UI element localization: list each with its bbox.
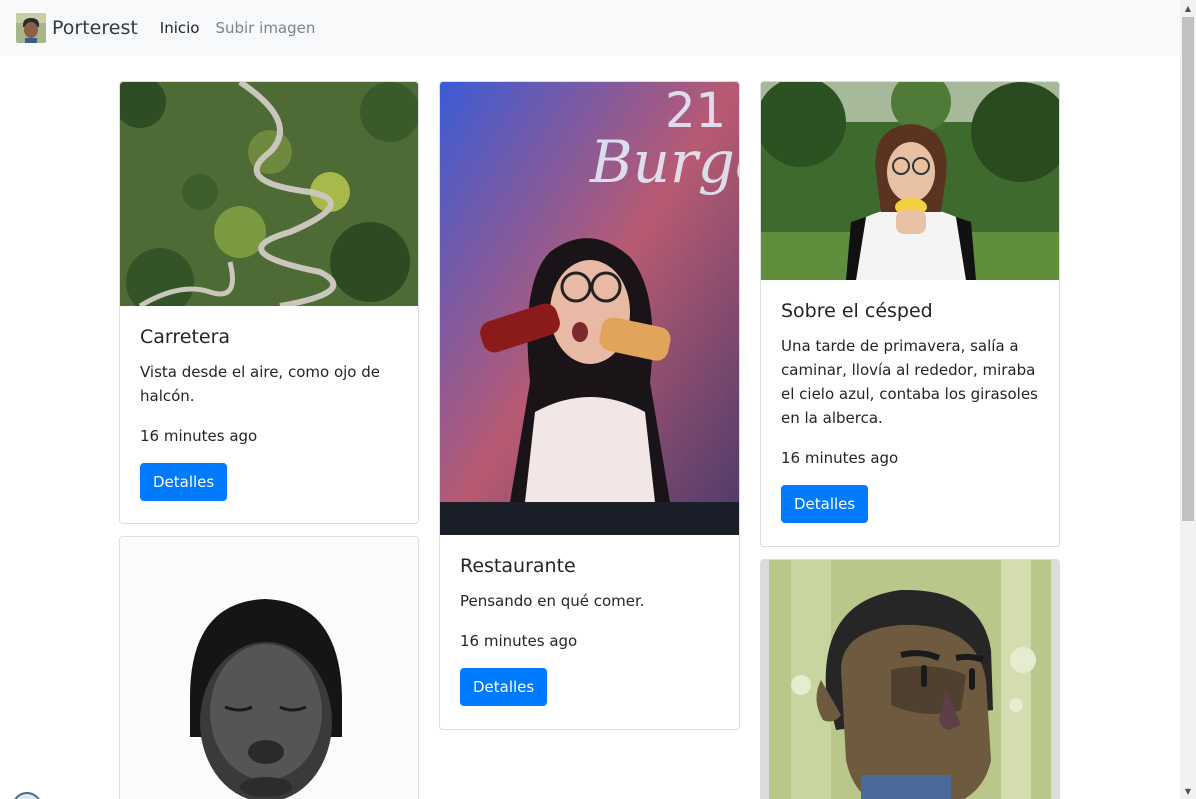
card-title: Carretera: [140, 326, 231, 348]
bw-portrait-image: [120, 537, 418, 799]
card-timestamp: 16 minutes ago: [140, 427, 258, 445]
avatar: [16, 13, 46, 43]
details-button[interactable]: Detalles: [460, 668, 548, 706]
scroll-up-icon[interactable]: ▲: [1180, 0, 1196, 16]
brand-link[interactable]: Porterest: [16, 13, 138, 43]
woman-holding-flower-image: [761, 82, 1059, 280]
details-button[interactable]: Detalles: [781, 485, 869, 523]
card-illustrated-man: [760, 559, 1060, 799]
nav-link-inicio[interactable]: Inicio: [160, 19, 200, 37]
card-timestamp: 16 minutes ago: [460, 632, 578, 650]
card-bw-portrait: [119, 536, 419, 799]
card-title: Restaurante: [460, 555, 576, 577]
card-title: Sobre el césped: [781, 300, 933, 322]
card-timestamp: 16 minutes ago: [781, 449, 899, 467]
vertical-scrollbar[interactable]: ▲ ▼: [1180, 0, 1196, 799]
details-button[interactable]: Detalles: [140, 463, 228, 501]
card-text: Una tarde de primavera, salía a caminar,…: [781, 337, 1038, 427]
card-restaurante: Burge 21 Restaurante Pensando en qué com…: [439, 81, 740, 730]
scroll-down-icon[interactable]: ▼: [1180, 783, 1196, 799]
card-text: Pensando en qué comer.: [460, 592, 645, 610]
scrollbar-thumb[interactable]: [1182, 17, 1194, 521]
woman-with-sauce-bottles-image: Burge 21: [440, 82, 739, 535]
nav-link-subir-imagen[interactable]: Subir imagen: [216, 19, 316, 37]
card-carretera: Carretera Vista desde el aire, como ojo …: [119, 81, 419, 524]
aerial-road-image: [120, 82, 418, 306]
navbar: Porterest Inicio Subir imagen: [0, 0, 1180, 56]
svg-text:21: 21: [665, 83, 726, 139]
illustrated-man-image: [761, 560, 1059, 799]
floating-circle-icon[interactable]: [12, 792, 42, 799]
card-sobre-el-cesped: Sobre el césped Una tarde de primavera, …: [760, 81, 1060, 547]
brand-name: Porterest: [52, 17, 138, 39]
card-text: Vista desde el aire, como ojo de halcón.: [140, 363, 380, 405]
